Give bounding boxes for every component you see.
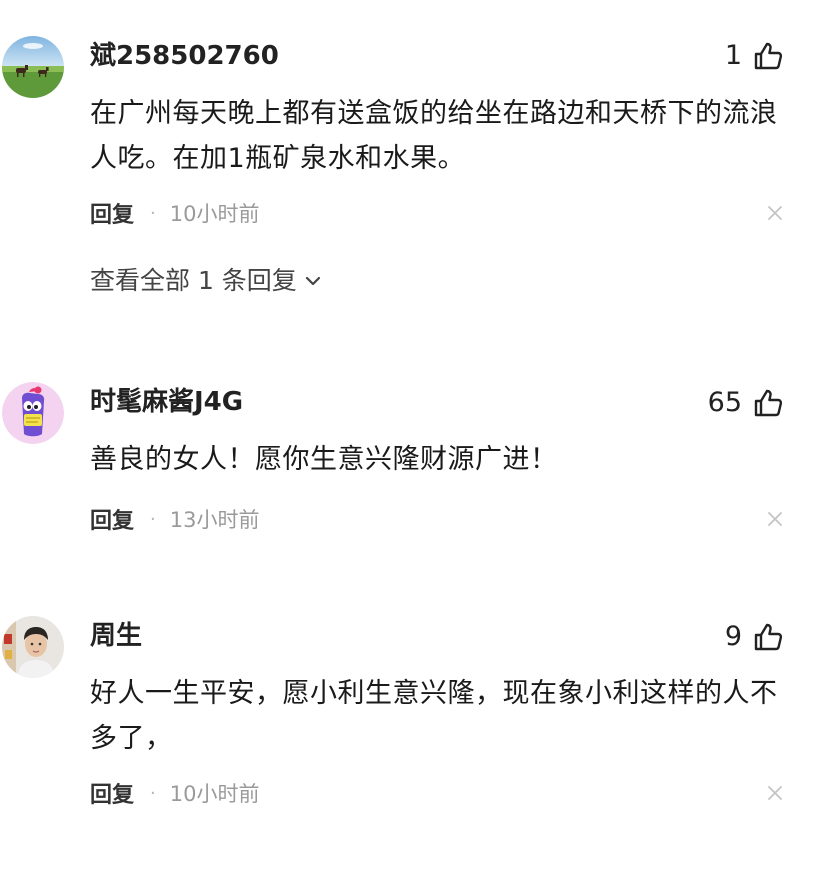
username[interactable]: 斌258502760 xyxy=(90,40,279,72)
like-button[interactable]: 9 xyxy=(725,619,784,655)
user-avatar[interactable] xyxy=(2,36,64,98)
thumbs-up-outline-icon xyxy=(754,389,783,417)
comment-meta-row: 回复 · 10小时前 xyxy=(90,777,784,809)
like-button[interactable]: 1 xyxy=(725,38,784,74)
comment-text: 好人一生平安，愿小利生意兴隆，现在象小利这样的人不多了， xyxy=(90,678,778,754)
landscape-horses-avatar-icon xyxy=(2,36,64,98)
purple-cartoon-avatar-icon xyxy=(2,382,64,444)
user-avatar[interactable] xyxy=(2,616,64,678)
reply-button[interactable]: 回复 xyxy=(90,197,134,229)
close-x-icon[interactable] xyxy=(766,784,784,802)
view-all-replies-link[interactable]: 查看全部 1 条回复 xyxy=(90,265,323,297)
reply-button[interactable]: 回复 xyxy=(90,503,134,535)
comment-meta-row: 回复 · 13小时前 xyxy=(90,503,784,535)
username[interactable]: 周生 xyxy=(90,620,142,652)
reply-button[interactable]: 回复 xyxy=(90,777,134,809)
close-x-icon[interactable] xyxy=(766,204,784,222)
separator-dot: · xyxy=(150,782,156,804)
comment-text: 在广州每天晚上都有送盒饭的给坐在路边和天桥下的流浪人吃。在加1瓶矿泉水和水果。 xyxy=(90,98,778,174)
thumbs-up-outline-icon xyxy=(754,42,783,70)
thumbs-up-outline-icon xyxy=(754,623,783,651)
person-photo-avatar-icon xyxy=(2,616,64,678)
comment-text: 善良的女人！愿你生意兴隆财源广进！ xyxy=(90,444,558,475)
view-replies-label: 查看全部 1 条回复 xyxy=(90,266,297,295)
user-avatar[interactable] xyxy=(2,382,64,444)
like-count: 65 xyxy=(707,387,742,418)
username[interactable]: 时髦麻酱J4G xyxy=(90,386,243,418)
like-count: 1 xyxy=(724,40,742,71)
separator-dot: · xyxy=(150,202,156,224)
timestamp: 10小时前 xyxy=(169,782,260,806)
close-x-icon[interactable] xyxy=(766,510,784,528)
separator-dot: · xyxy=(150,508,156,530)
timestamp: 10小时前 xyxy=(169,202,260,226)
like-count: 9 xyxy=(724,621,742,652)
like-button[interactable]: 65 xyxy=(708,385,784,421)
comment-meta-row: 回复 · 10小时前 xyxy=(90,197,784,229)
timestamp: 13小时前 xyxy=(169,508,260,532)
chevron-down-icon xyxy=(305,276,320,286)
